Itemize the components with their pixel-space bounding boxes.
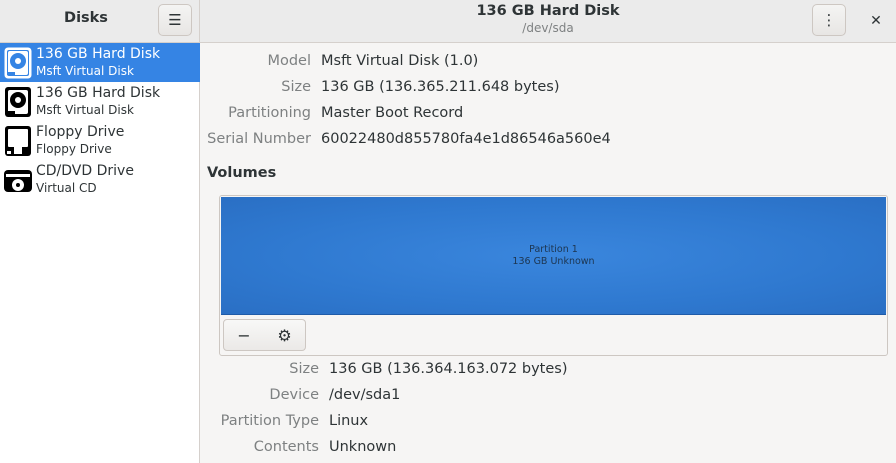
- close-button[interactable]: ✕: [862, 8, 890, 34]
- drive-name: 136 GB Hard Disk: [36, 85, 161, 101]
- minus-icon: −: [237, 325, 251, 345]
- volumes-heading: Volumes: [207, 165, 277, 181]
- model-label: Model: [267, 53, 311, 69]
- header-center: 136 GB Hard Disk /dev/sda: [200, 0, 896, 43]
- optical-drive-icon: [4, 170, 32, 192]
- drive-item-hard-disk-2[interactable]: 136 GB Hard Disk Msft Virtual Disk: [0, 82, 200, 121]
- drive-item-cd-dvd[interactable]: CD/DVD Drive Virtual CD: [0, 160, 200, 199]
- partition-type-label: Partition Type: [220, 413, 319, 429]
- hamburger-icon: ☰: [168, 11, 182, 29]
- contents-label: Contents: [253, 439, 319, 455]
- drive-subtitle: Msft Virtual Disk: [36, 64, 134, 78]
- drive-item-hard-disk-1[interactable]: 136 GB Hard Disk Msft Virtual Disk: [0, 43, 200, 82]
- drive-subtitle: Virtual CD: [36, 181, 97, 195]
- device-label: Device: [269, 387, 319, 403]
- contents-value: Unknown: [329, 439, 397, 455]
- header-bar: Disks ☰ 136 GB Hard Disk /dev/sda ⋮ ✕: [0, 0, 896, 43]
- serial-number-label: Serial Number: [207, 131, 311, 147]
- drive-subtitle: Floppy Drive: [36, 142, 112, 156]
- drive-list: 136 GB Hard Disk Msft Virtual Disk 136 G…: [0, 43, 200, 463]
- partition-options-button[interactable]: ⚙: [264, 319, 306, 351]
- sidebar-header: Disks ☰: [0, 0, 200, 43]
- drive-name: 136 GB Hard Disk: [36, 46, 161, 62]
- disk-device-path: /dev/sda: [522, 21, 574, 35]
- device-value: /dev/sda1: [329, 387, 401, 403]
- partition-name: Partition 1: [529, 243, 578, 255]
- partitioning-value: Master Boot Record: [321, 105, 464, 121]
- partition-type-value: Linux: [329, 413, 369, 429]
- partition-1-block[interactable]: Partition 1 136 GB Unknown: [221, 197, 886, 315]
- partitioning-label: Partitioning: [228, 105, 311, 121]
- main-menu-button[interactable]: ☰: [158, 4, 192, 36]
- partition-size-value: 136 GB (136.364.163.072 bytes): [329, 361, 568, 377]
- drive-options-button[interactable]: ⋮: [812, 4, 846, 36]
- delete-partition-button[interactable]: −: [223, 319, 265, 351]
- hard-disk-icon: [4, 47, 32, 79]
- drive-name: CD/DVD Drive: [36, 163, 134, 179]
- floppy-icon: [5, 126, 31, 156]
- size-label: Size: [281, 79, 311, 95]
- drive-name: Floppy Drive: [36, 124, 125, 140]
- partition-description: 136 GB Unknown: [512, 255, 595, 267]
- close-icon: ✕: [870, 13, 882, 29]
- drive-subtitle: Msft Virtual Disk: [36, 103, 134, 117]
- size-value: 136 GB (136.365.211.648 bytes): [321, 79, 560, 95]
- disk-title: 136 GB Hard Disk: [476, 3, 620, 19]
- drive-item-floppy[interactable]: Floppy Drive Floppy Drive: [0, 121, 200, 160]
- partition-size-label: Size: [289, 361, 319, 377]
- model-value: Msft Virtual Disk (1.0): [321, 53, 479, 69]
- volume-map: Partition 1 136 GB Unknown − ⚙: [219, 195, 888, 356]
- hard-disk-icon: [5, 87, 31, 117]
- serial-number-value: 60022480d855780fa4e1d86546a560e4: [321, 131, 611, 147]
- disk-details: Model Msft Virtual Disk (1.0) Size 136 G…: [201, 43, 896, 463]
- kebab-menu-icon: ⋮: [821, 11, 837, 29]
- gear-icon: ⚙: [277, 325, 292, 345]
